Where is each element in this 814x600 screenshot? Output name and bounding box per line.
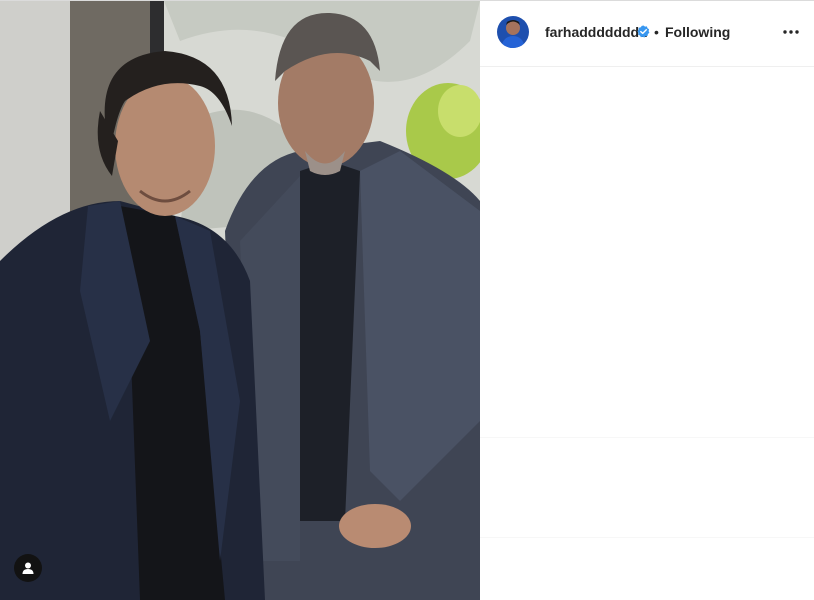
tag-people-button[interactable] [14,554,42,582]
divider [480,537,814,538]
post-photo[interactable] [0,1,480,600]
post-container: farhadddddddd • Following [0,0,814,600]
following-button[interactable]: Following [665,23,730,41]
divider [480,437,814,438]
verified-badge-icon [637,25,650,38]
author-avatar[interactable] [497,16,529,48]
more-options-icon[interactable] [780,23,802,41]
post-sidebar: farhadddddddd • Following [480,1,814,600]
user-tag-icon [22,562,34,574]
author-username[interactable]: farhadddddddd [545,23,648,41]
header-separator: • [654,24,659,40]
photo-illustration [0,1,480,600]
post-header: farhadddddddd • Following [480,1,814,67]
